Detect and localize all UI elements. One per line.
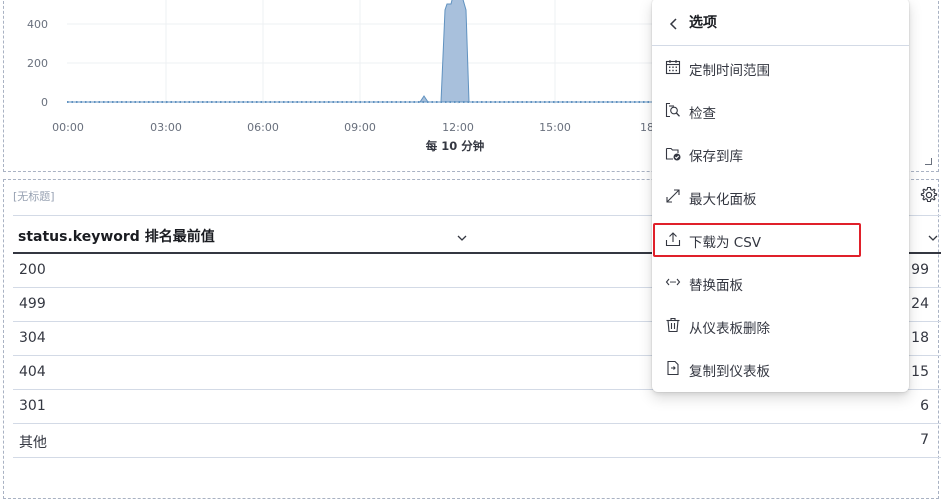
table-row: 其他 7 [13, 424, 941, 458]
menu-item-copy-to-dashboard[interactable]: 复制到仪表板 [652, 349, 909, 389]
row-key: 其他 [19, 435, 47, 451]
menu-item-save-to-library[interactable]: 保存到库 [652, 134, 909, 174]
chevron-down-icon[interactable] [456, 228, 468, 247]
x-tick-label: 03:00 [150, 121, 182, 134]
panel-options-menu: 选项 定制时间范围 检查 保存到库 最大化面板 下载为 CSV 替换面板 从仪表… [652, 0, 909, 392]
row-value: 6 [920, 398, 929, 414]
menu-item-label: 定制时间范围 [689, 63, 770, 79]
menu-item-maximize-panel[interactable]: 最大化面板 [652, 177, 909, 217]
x-tick-label: 00:00 [52, 121, 84, 134]
row-value: 15 [911, 364, 929, 380]
menu-item-inspect[interactable]: 检查 [652, 91, 909, 131]
x-tick-label: 12:00 [442, 121, 474, 134]
menu-item-replace-panel[interactable]: 替换面板 [652, 263, 909, 303]
x-tick-label: 09:00 [344, 121, 376, 134]
panel-options-button[interactable] [919, 185, 939, 205]
x-axis-title: 每 10 分钟 [426, 139, 485, 153]
menu-item-label: 复制到仪表板 [689, 364, 770, 380]
row-key: 304 [19, 330, 46, 346]
y-tick-label: 400 [27, 18, 48, 31]
highlight-annotation [653, 223, 861, 257]
menu-item-label: 检查 [689, 106, 716, 122]
inspect-icon [665, 102, 681, 118]
menu-header[interactable]: 选项 [652, 0, 909, 46]
menu-item-label: 从仪表板删除 [689, 321, 770, 337]
column-header-label[interactable]: status.keyword 排名最前值 [18, 226, 215, 246]
copy-to-dashboard-icon [665, 360, 681, 376]
table-row: 301 6 [13, 390, 941, 424]
menu-item-label: 最大化面板 [689, 192, 757, 208]
menu-item-label: 替换面板 [689, 278, 743, 294]
replace-icon [665, 274, 681, 290]
resize-handle[interactable] [925, 158, 932, 165]
menu-title: 选项 [689, 15, 717, 31]
row-value: 24 [911, 296, 929, 312]
series-area [67, 0, 664, 103]
trash-icon [665, 317, 681, 333]
row-key: 404 [19, 364, 46, 380]
chevron-down-icon[interactable] [927, 228, 939, 247]
chevron-left-icon[interactable] [669, 16, 679, 35]
calendar-icon [665, 59, 681, 75]
gear-icon [920, 186, 938, 203]
row-key: 200 [19, 262, 46, 278]
row-key: 499 [19, 296, 46, 312]
row-value: 99 [911, 262, 929, 278]
y-tick-label: 0 [41, 96, 48, 109]
expand-icon [665, 188, 681, 204]
menu-item-label: 保存到库 [689, 149, 743, 165]
menu-item-delete-from-dashboard[interactable]: 从仪表板删除 [652, 306, 909, 346]
panel-title: [无标题] [13, 190, 55, 203]
x-tick-label: 15:00 [539, 121, 571, 134]
x-tick-label: 06:00 [247, 121, 279, 134]
save-to-library-icon [665, 145, 681, 161]
menu-item-customize-time-range[interactable]: 定制时间范围 [652, 48, 909, 88]
row-value: 18 [911, 330, 929, 346]
row-key: 301 [19, 398, 46, 414]
row-value: 7 [920, 432, 929, 448]
y-tick-label: 200 [27, 57, 48, 70]
